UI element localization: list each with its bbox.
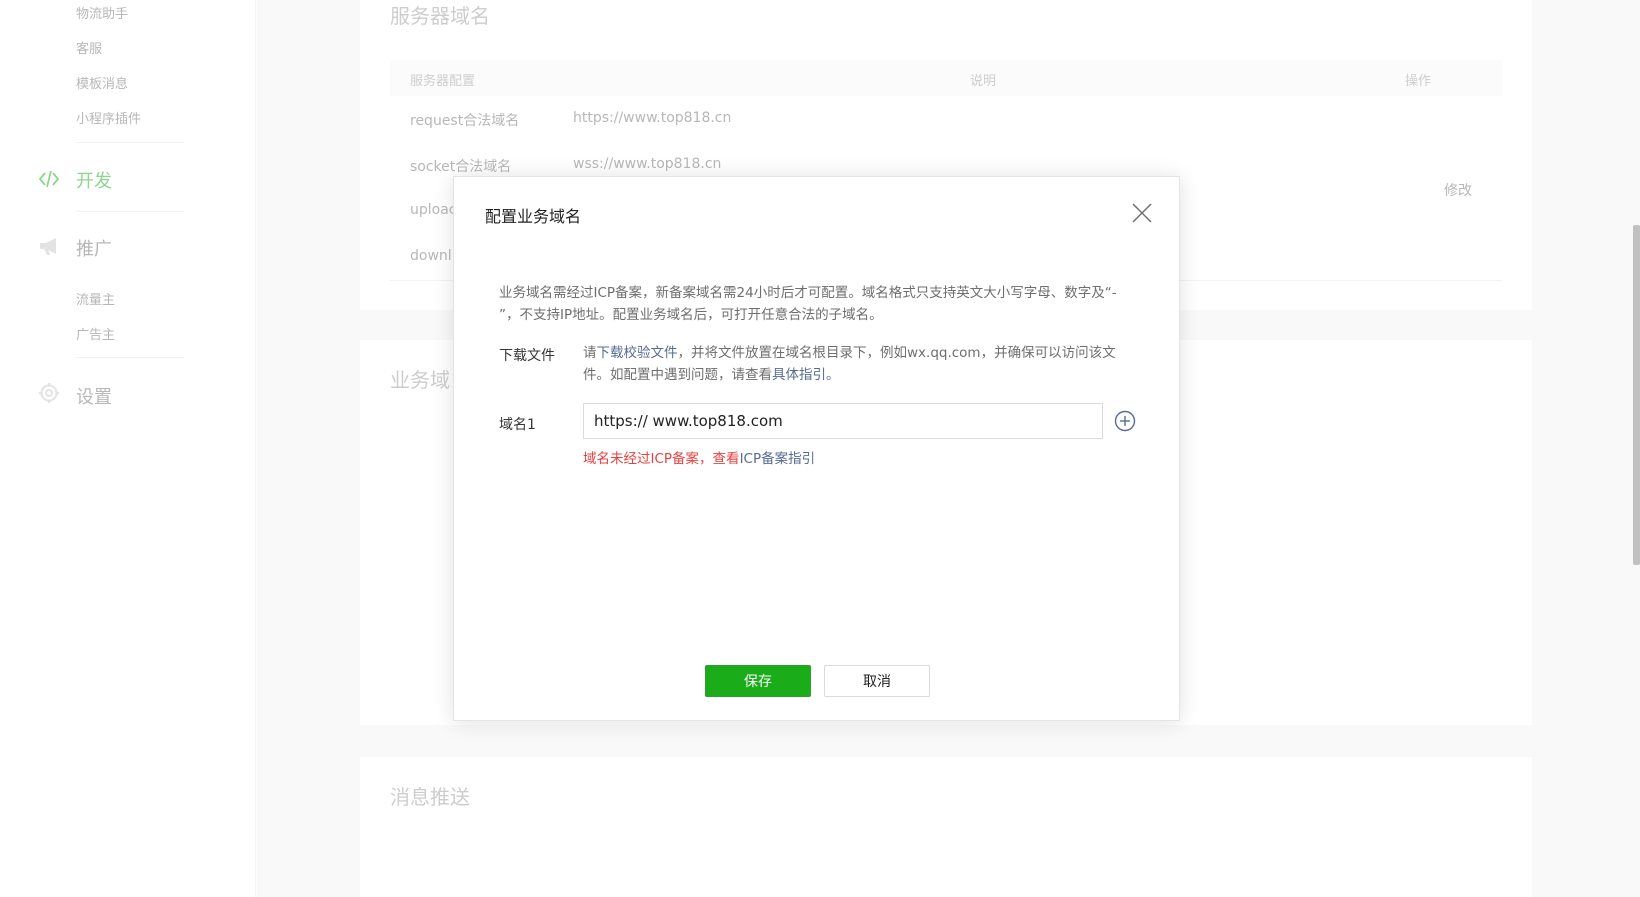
dialog-description: 业务域名需经过ICP备案，新备案域名需24小时后才可配置。域名格式只支持英文大小… (499, 285, 1117, 323)
domain-label: 域名1 (499, 417, 536, 433)
download-file-label: 下载文件 (499, 348, 555, 364)
configure-business-domain-dialog: 配置业务域名 业务域名需经过ICP备案，新备案域名需24小时后才可配置。域名格式… (453, 176, 1180, 721)
domain-error-message: 域名未经过ICP备案，查看ICP备案指引 (583, 447, 815, 467)
download-file-text: 请下载校验文件，并将文件放置在域名根目录下，例如wx.qq.com，并确保可以访… (583, 342, 1133, 386)
domain-input[interactable] (583, 403, 1103, 439)
save-button[interactable]: 保存 (705, 665, 811, 697)
error-text: 域名未经过ICP备案，查看 (583, 451, 740, 467)
cancel-button[interactable]: 取消 (824, 665, 930, 697)
page-scrollbar[interactable] (1633, 225, 1640, 565)
add-domain-icon[interactable] (1114, 410, 1136, 432)
download-prefix: 请 (583, 345, 597, 361)
icp-guide-link[interactable]: ICP备案指引 (740, 451, 816, 467)
close-icon[interactable] (1130, 201, 1154, 225)
guide-link[interactable]: 具体指引。 (772, 367, 840, 383)
download-verify-file-link[interactable]: 下载校验文件 (597, 345, 678, 361)
dialog-title: 配置业务域名 (485, 207, 582, 226)
